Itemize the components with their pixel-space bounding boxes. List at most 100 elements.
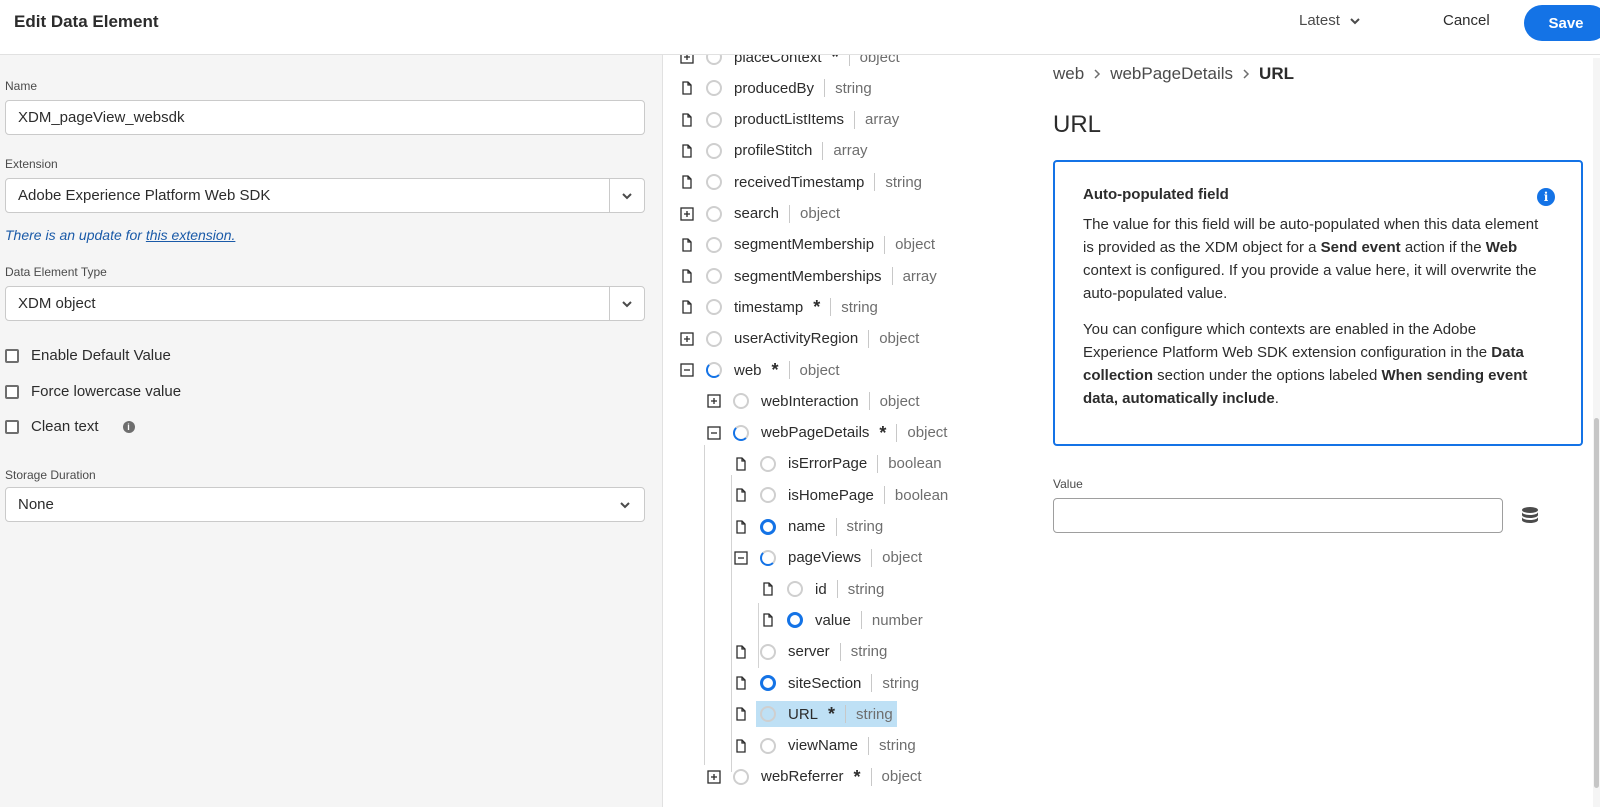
field-status-icon xyxy=(706,362,722,378)
collapse-icon[interactable] xyxy=(680,363,694,377)
tree-node-name: segmentMembership xyxy=(734,236,875,254)
tree-node-URL[interactable]: URL * string xyxy=(734,701,897,728)
field-status-icon xyxy=(706,236,722,253)
tree-node-receivedTimestamp[interactable]: receivedTimestamp string xyxy=(680,170,922,194)
tree-node-id[interactable]: id string xyxy=(761,577,884,601)
callout-bold: Web xyxy=(1485,239,1518,256)
tree-node-pageViews[interactable]: pageViews object xyxy=(734,546,922,570)
expand-icon[interactable] xyxy=(680,332,694,346)
tree-node-type: string xyxy=(850,643,888,661)
tree-node-viewName[interactable]: viewName string xyxy=(734,734,916,758)
tree-node-server[interactable]: server string xyxy=(734,640,887,664)
tree-node-name: isErrorPage xyxy=(788,455,868,473)
expand-icon[interactable] xyxy=(680,206,694,221)
version-picker[interactable]: Latest xyxy=(1299,12,1362,29)
field-status-icon xyxy=(760,455,776,472)
tree-node-name: userActivityRegion xyxy=(734,330,859,348)
tree-node-type: string xyxy=(882,674,920,692)
tree-node-type: object xyxy=(882,549,923,567)
tree-node-web[interactable]: web * object xyxy=(680,358,840,382)
expand-icon[interactable] xyxy=(707,394,721,408)
tree-node-segmentMemberships[interactable]: segmentMemberships array xyxy=(680,264,937,288)
tree-node-placeContext[interactable]: placeContext * object xyxy=(680,55,900,69)
tree-node-name: siteSection xyxy=(788,674,862,692)
tree-node-name: timestamp xyxy=(734,298,804,316)
tree-node-isHomePage[interactable]: isHomePage boolean xyxy=(734,483,948,507)
update-notice-text: There is an update for xyxy=(5,227,146,243)
checkbox-box[interactable] xyxy=(5,419,19,434)
separator xyxy=(870,767,872,786)
update-notice: There is an update for this extension. xyxy=(5,227,235,243)
expand-icon[interactable] xyxy=(707,770,721,784)
file-icon xyxy=(680,112,694,127)
type-dropdown-button[interactable] xyxy=(609,287,644,320)
save-button[interactable]: Save xyxy=(1524,5,1600,41)
info-icon[interactable]: i xyxy=(122,420,135,433)
required-icon: * xyxy=(879,422,887,443)
extension-value: Adobe Experience Platform Web SDK xyxy=(18,187,271,204)
field-status-icon xyxy=(706,299,722,316)
tree-node-webPageDetails[interactable]: webPageDetails * object xyxy=(707,421,947,445)
checkbox-box[interactable] xyxy=(5,348,19,363)
force-lowercase-checkbox[interactable]: Force lowercase value xyxy=(5,383,181,400)
tree-node-type: object xyxy=(879,330,920,348)
tree-node-userActivityRegion[interactable]: userActivityRegion object xyxy=(680,327,919,351)
scrollbar[interactable] xyxy=(1593,58,1600,807)
update-extension-link[interactable]: this extension. xyxy=(146,227,236,243)
tree-node-profileStitch[interactable]: profileStitch array xyxy=(680,139,868,163)
checkbox-label: Clean text xyxy=(31,418,99,435)
tree-node-type: string xyxy=(846,518,884,535)
tree-node-value[interactable]: value number xyxy=(761,608,923,632)
tree-node-type: object xyxy=(907,424,948,442)
extension-picker[interactable]: Adobe Experience Platform Web SDK xyxy=(5,178,645,213)
tree-node-isErrorPage[interactable]: isErrorPage boolean xyxy=(734,452,942,476)
tree-node-type: object xyxy=(859,55,900,66)
field-status-icon xyxy=(760,706,776,723)
extension-dropdown-button[interactable] xyxy=(609,179,644,212)
expand-icon[interactable] xyxy=(680,55,694,64)
breadcrumb: web webPageDetails URL xyxy=(1053,64,1294,84)
info-icon: i xyxy=(1537,188,1555,206)
tree-node-webInteraction[interactable]: webInteraction object xyxy=(707,389,920,413)
file-icon xyxy=(734,645,748,659)
name-field[interactable]: XDM_pageView_websdk xyxy=(5,100,645,135)
storage-label: Storage Duration xyxy=(5,468,96,482)
tree-node-type: string xyxy=(847,580,885,598)
tree-node-type: boolean xyxy=(894,486,949,504)
tree-node-segmentMembership[interactable]: segmentMembership object xyxy=(680,233,935,257)
tree-node-search[interactable]: search object xyxy=(680,202,840,226)
enable-default-checkbox[interactable]: Enable Default Value xyxy=(5,347,171,364)
tree-node-type: array xyxy=(833,142,868,160)
tree-guide-line xyxy=(704,445,705,765)
tree-node-name[interactable]: name string xyxy=(734,515,883,539)
data-element-picker-icon[interactable] xyxy=(1520,506,1540,526)
checkbox-box[interactable] xyxy=(5,384,19,399)
separator xyxy=(835,517,837,536)
auto-populated-callout: i Auto-populated field The value for thi… xyxy=(1053,160,1583,446)
tree-node-siteSection[interactable]: siteSection string xyxy=(734,671,919,695)
field-status-icon xyxy=(706,80,722,97)
tree-node-name: viewName xyxy=(788,737,859,755)
separator xyxy=(830,298,832,317)
storage-picker[interactable]: None xyxy=(5,487,645,522)
clean-text-checkbox[interactable]: Clean text i xyxy=(5,418,135,435)
chevron-down-icon xyxy=(622,192,632,199)
cancel-button[interactable]: Cancel xyxy=(1443,12,1490,29)
tree-node-name: webReferrer xyxy=(761,768,844,786)
tree-node-type: string xyxy=(856,705,893,723)
collapse-icon[interactable] xyxy=(734,551,748,565)
breadcrumb-item[interactable]: webPageDetails xyxy=(1110,64,1233,84)
field-title: URL xyxy=(1053,111,1102,138)
collapse-icon[interactable] xyxy=(707,425,721,440)
tree-node-timestamp[interactable]: timestamp * string xyxy=(680,295,878,319)
tree-node-webReferrer[interactable]: webReferrer * object xyxy=(707,765,922,789)
separator xyxy=(845,705,847,724)
tree-node-productListItems[interactable]: productListItems array xyxy=(680,108,899,132)
tree-node-producedBy[interactable]: producedBy string xyxy=(680,76,872,100)
type-picker[interactable]: XDM object xyxy=(5,286,645,321)
scrollbar-thumb[interactable] xyxy=(1594,418,1599,788)
breadcrumb-item[interactable]: web xyxy=(1053,64,1084,84)
value-input[interactable] xyxy=(1053,498,1503,533)
separator xyxy=(868,736,870,755)
header-bar: Edit Data Element Latest Cancel Save xyxy=(0,0,1600,55)
